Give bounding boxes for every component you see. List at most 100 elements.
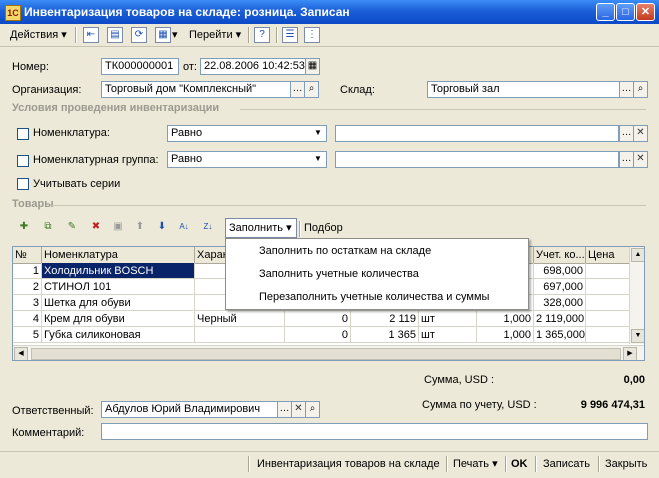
- close-form-button[interactable]: Закрыть: [605, 454, 647, 474]
- nomenclature-select-button[interactable]: …: [619, 125, 634, 142]
- scroll-left-icon[interactable]: ◀: [14, 347, 28, 360]
- structure-dropdown[interactable]: ▾: [172, 26, 178, 44]
- calendar-icon[interactable]: ▦: [305, 58, 320, 75]
- arrow-up-icon[interactable]: ⬆: [132, 220, 148, 236]
- ok-button[interactable]: OK: [511, 454, 528, 474]
- menu-fill-by-stock[interactable]: Заполнить по остаткам на складе: [259, 245, 431, 257]
- table-cell-char[interactable]: Черный: [195, 311, 285, 327]
- nomenclature-checkbox[interactable]: [17, 128, 29, 140]
- document-icon[interactable]: ▤: [107, 27, 123, 43]
- table-cell-unit[interactable]: шт: [419, 311, 477, 327]
- responsible-search-icon[interactable]: ⌕: [305, 401, 320, 418]
- header-price[interactable]: Цена: [586, 247, 630, 264]
- table-cell-n[interactable]: 3: [13, 295, 42, 311]
- table-cell-acc[interactable]: 1 365,000: [534, 327, 586, 343]
- scroll-right-icon[interactable]: ▶: [623, 347, 637, 360]
- list-icon[interactable]: ☰: [282, 27, 298, 43]
- table-cell-name[interactable]: СТИНОЛ 101: [42, 279, 195, 295]
- responsible-field[interactable]: Абдулов Юрий Владимирович: [101, 401, 278, 418]
- table-cell-k[interactable]: 1,000: [477, 311, 534, 327]
- header-account-qty[interactable]: Учет. ко...: [534, 247, 586, 264]
- horizontal-scrollbar[interactable]: ◀ ▶: [13, 345, 644, 360]
- warehouse-select-button[interactable]: …: [619, 81, 634, 98]
- copy-row-icon[interactable]: ⧉: [40, 220, 56, 236]
- tree-icon[interactable]: ⋮: [304, 27, 320, 43]
- header-nomenclature[interactable]: Номенклатура: [42, 247, 195, 264]
- table-cell-price[interactable]: [586, 327, 630, 343]
- print-menu[interactable]: Печать ▾: [453, 454, 498, 474]
- chevron-down-icon[interactable]: ▼: [311, 126, 325, 141]
- nomenclature-compare-select[interactable]: Равно: [167, 125, 327, 142]
- chevron-down-icon[interactable]: ▼: [311, 152, 325, 167]
- group-value-field[interactable]: [335, 151, 619, 168]
- series-checkbox[interactable]: [17, 178, 29, 190]
- structure-icon[interactable]: ▦: [155, 27, 171, 43]
- table-cell-price[interactable]: [586, 295, 630, 311]
- responsible-clear-icon[interactable]: ✕: [291, 401, 306, 418]
- goto-menu[interactable]: Перейти ▾: [189, 26, 241, 44]
- delete-row-icon[interactable]: ✖: [88, 220, 104, 236]
- table-cell-a[interactable]: 0: [285, 327, 351, 343]
- table-cell-n[interactable]: 2: [13, 279, 42, 295]
- arrow-down-icon[interactable]: ⬇: [154, 220, 170, 236]
- table-cell-char[interactable]: [195, 327, 285, 343]
- number-field[interactable]: ТК000000001: [101, 58, 179, 75]
- table-cell-name[interactable]: Холодильник BOSCH: [42, 263, 195, 279]
- help-icon[interactable]: ?: [254, 27, 270, 43]
- sort-desc-icon[interactable]: Z↓: [200, 220, 216, 236]
- end-edit-icon[interactable]: ▣: [110, 220, 126, 236]
- table-cell-n[interactable]: 1: [13, 263, 42, 279]
- save-button[interactable]: Записать: [543, 454, 590, 474]
- first-icon[interactable]: ⇤: [83, 27, 99, 43]
- vertical-scrollbar[interactable]: ▲ ▼: [629, 247, 644, 344]
- group-select-button[interactable]: …: [619, 151, 634, 168]
- table-cell-unit[interactable]: шт: [419, 327, 477, 343]
- table-cell-n[interactable]: 5: [13, 327, 42, 343]
- scroll-thumb[interactable]: [31, 348, 621, 360]
- add-row-icon[interactable]: ✚: [16, 220, 32, 236]
- table-cell-price[interactable]: [586, 279, 630, 295]
- fill-button[interactable]: Заполнить ▾: [225, 218, 297, 238]
- minimize-button[interactable]: _: [596, 3, 615, 21]
- table-cell-n[interactable]: 4: [13, 311, 42, 327]
- date-field[interactable]: 22.08.2006 10:42:53: [200, 58, 306, 75]
- scroll-up-icon[interactable]: ▲: [631, 248, 644, 262]
- sort-asc-icon[interactable]: A↓: [176, 220, 192, 236]
- maximize-button[interactable]: □: [616, 3, 635, 21]
- menu-refill-account[interactable]: Перезаполнить учетные количества и суммы: [259, 291, 489, 303]
- table-cell-acc[interactable]: 697,000: [534, 279, 586, 295]
- table-cell-price[interactable]: [586, 263, 630, 279]
- group-compare-select[interactable]: Равно: [167, 151, 327, 168]
- comment-field[interactable]: [101, 423, 648, 440]
- close-button[interactable]: ✕: [636, 3, 655, 21]
- org-search-icon[interactable]: ⌕: [304, 81, 319, 98]
- nomenclature-value-field[interactable]: [335, 125, 619, 142]
- warehouse-search-icon[interactable]: ⌕: [633, 81, 648, 98]
- table-cell-name[interactable]: Губка силиконовая: [42, 327, 195, 343]
- refresh-icon[interactable]: ⟳: [131, 27, 147, 43]
- table-cell-acc[interactable]: 2 119,000: [534, 311, 586, 327]
- table-cell-name[interactable]: Крем для обуви: [42, 311, 195, 327]
- table-cell-price[interactable]: [586, 311, 630, 327]
- table-cell-a[interactable]: 0: [285, 311, 351, 327]
- edit-row-icon[interactable]: ✎: [64, 220, 80, 236]
- table-cell-b[interactable]: 2 119: [351, 311, 419, 327]
- responsible-select-button[interactable]: …: [277, 401, 292, 418]
- table-cell-k[interactable]: 1,000: [477, 327, 534, 343]
- table-cell-b[interactable]: 1 365: [351, 327, 419, 343]
- header-number[interactable]: №: [13, 247, 42, 264]
- table-cell-acc[interactable]: 328,000: [534, 295, 586, 311]
- table-cell-acc[interactable]: 698,000: [534, 263, 586, 279]
- nomenclature-clear-icon[interactable]: ✕: [633, 125, 648, 142]
- org-field[interactable]: Торговый дом "Комплексный": [101, 81, 291, 98]
- group-checkbox[interactable]: [17, 155, 29, 167]
- table-cell-name[interactable]: Шетка для обуви: [42, 295, 195, 311]
- menu-fill-account-qty[interactable]: Заполнить учетные количества: [259, 268, 419, 280]
- group-clear-icon[interactable]: ✕: [633, 151, 648, 168]
- warehouse-field[interactable]: Торговый зал: [427, 81, 620, 98]
- actions-menu[interactable]: Действия ▾: [10, 26, 67, 44]
- pick-button[interactable]: Подбор: [304, 222, 343, 234]
- report-button[interactable]: Инвентаризация товаров на складе: [257, 454, 440, 474]
- scroll-down-icon[interactable]: ▼: [631, 329, 644, 343]
- org-select-button[interactable]: …: [290, 81, 305, 98]
